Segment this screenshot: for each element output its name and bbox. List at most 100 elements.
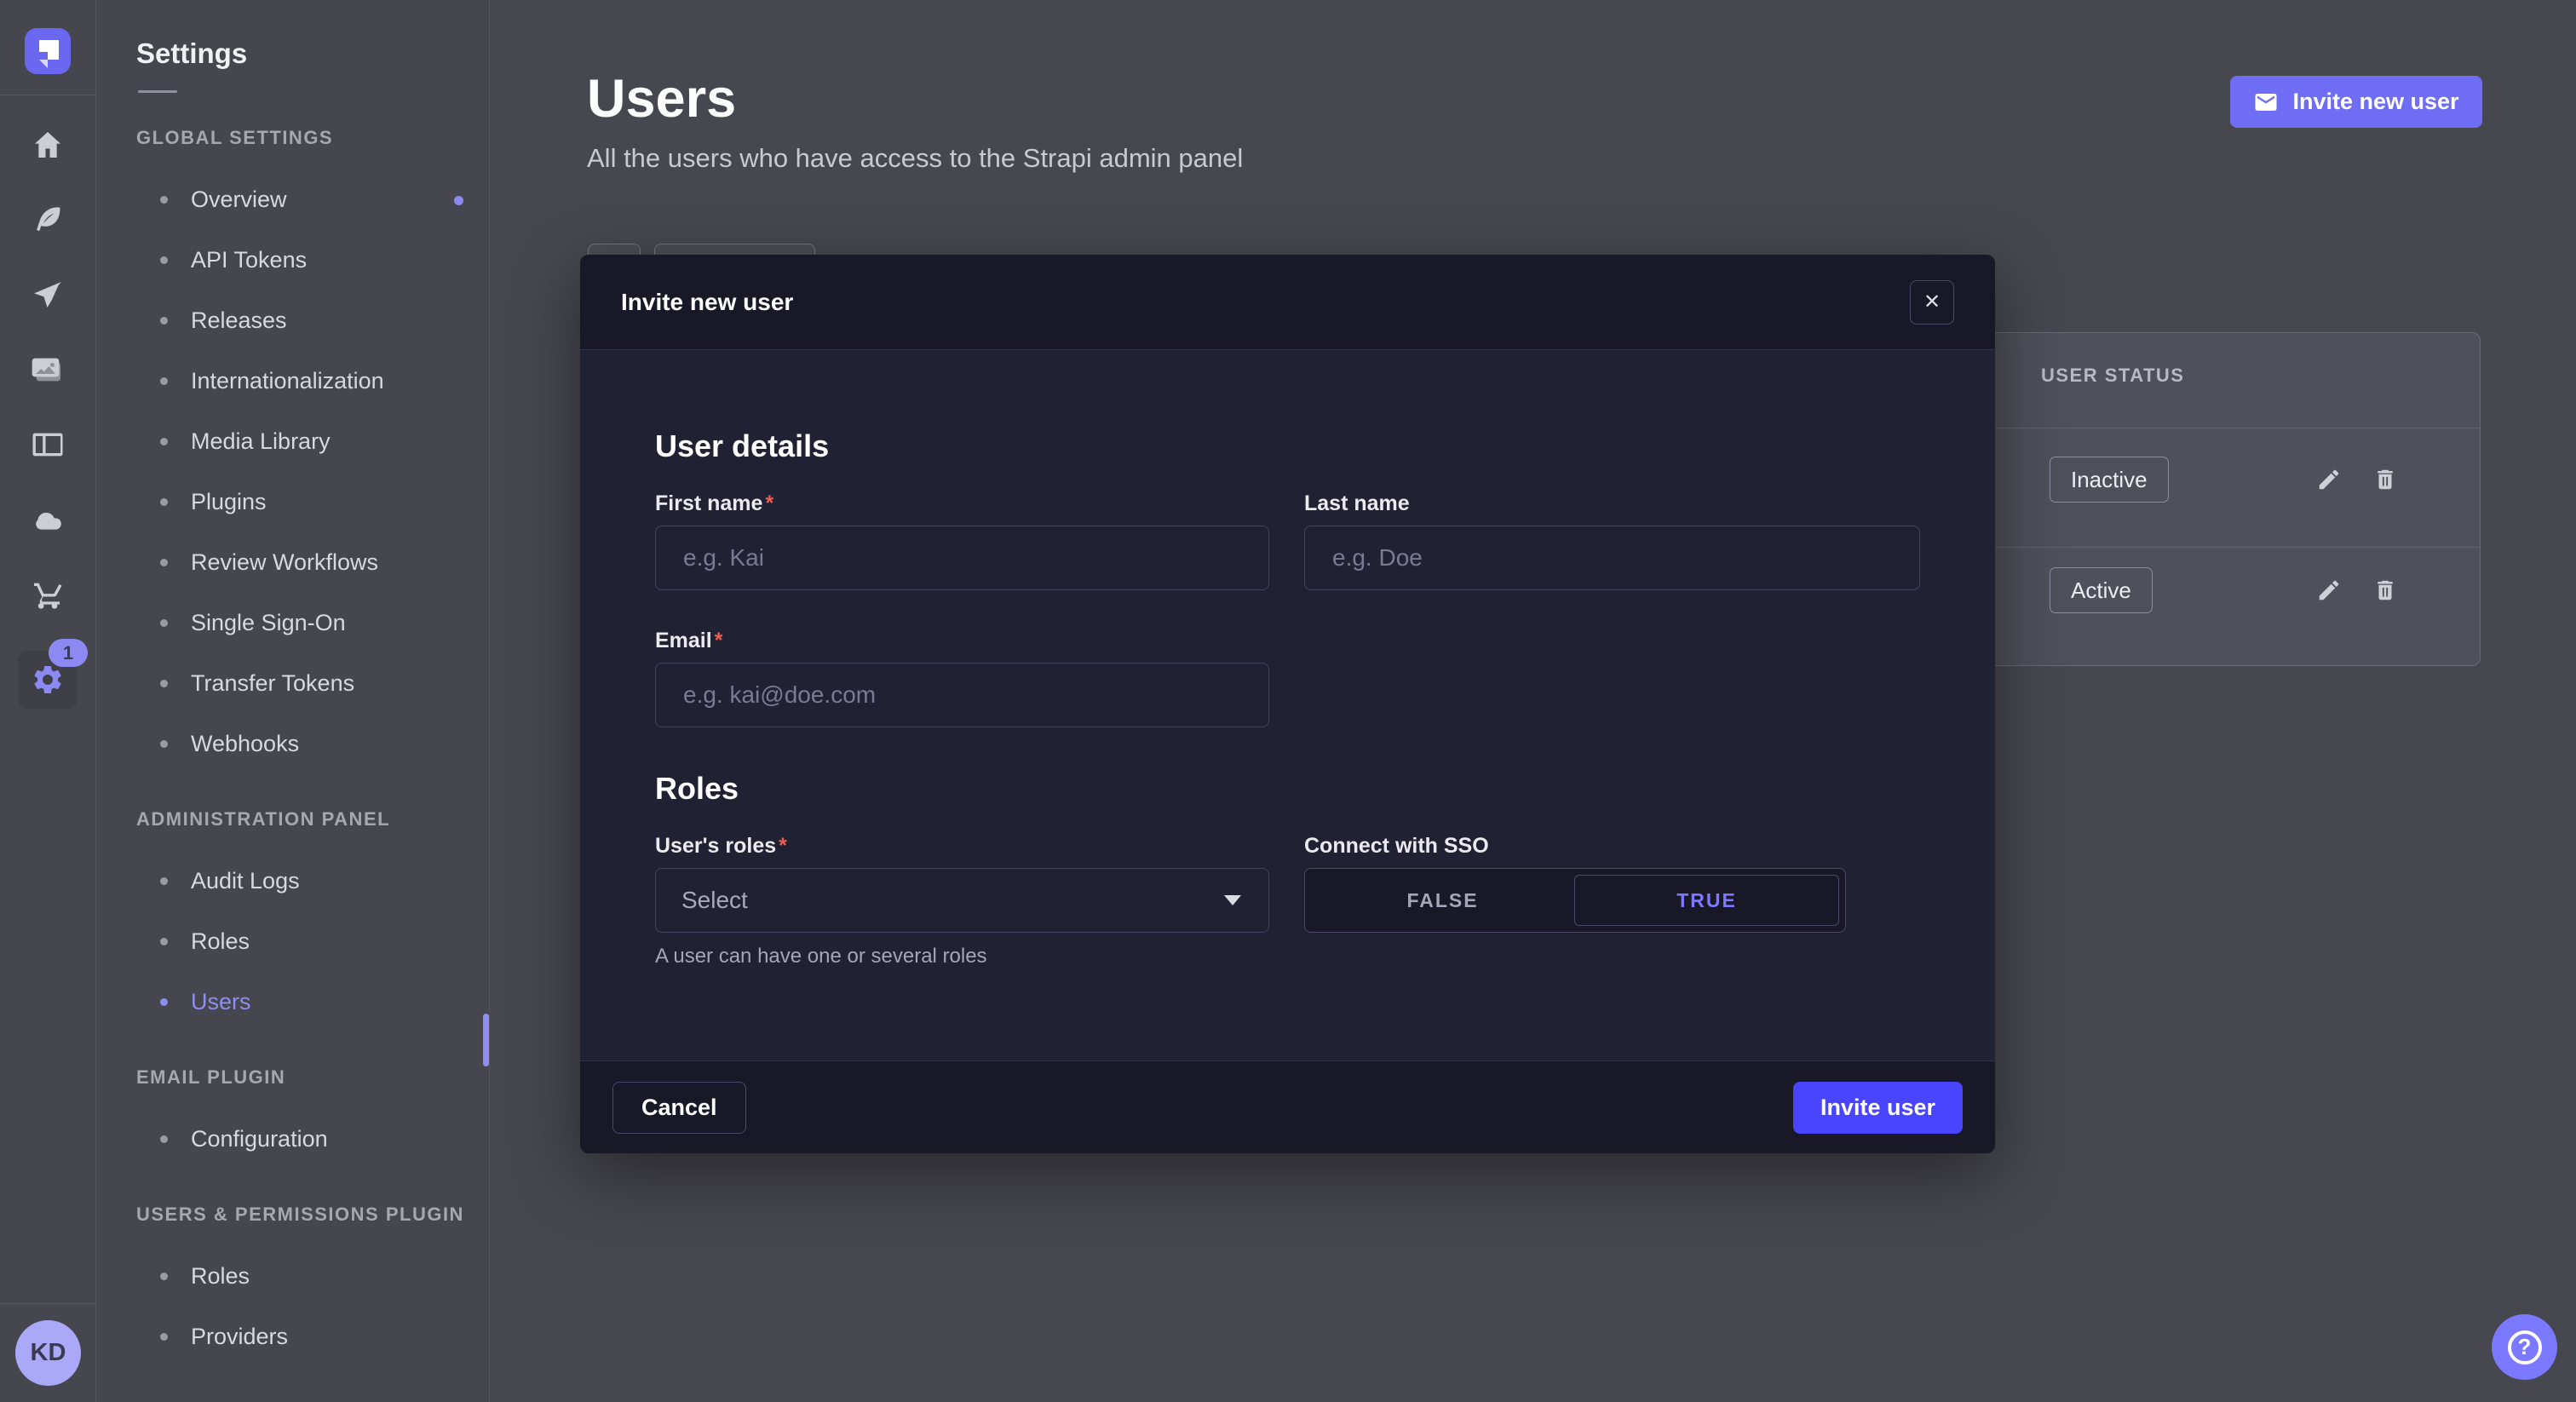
sidebar-item-users[interactable]: Users [96, 972, 489, 1032]
page-subtitle: All the users who have access to the Str… [587, 143, 1243, 174]
last-name-field[interactable] [1304, 526, 1920, 590]
last-name-label: Last name [1304, 491, 1920, 517]
bullet-icon [160, 938, 168, 945]
settings-sidenav: Settings GLOBAL SETTINGS Overview API To… [96, 0, 490, 1402]
bullet-icon [160, 438, 168, 445]
section-label: EMAIL PLUGIN [136, 1066, 489, 1089]
sidebar-item-webhooks[interactable]: Webhooks [96, 714, 489, 774]
paper-plane-icon[interactable] [29, 276, 66, 313]
feather-icon[interactable] [29, 201, 66, 238]
bullet-icon [160, 196, 168, 204]
required-asterisk: * [779, 834, 787, 858]
user-roles-label: User's roles* [655, 834, 1269, 859]
sidenav-title: Settings [136, 37, 489, 70]
bullet-icon [160, 740, 168, 748]
modal-header: Invite new user ✕ [580, 255, 1995, 350]
modal-body: User details First name* Last name [580, 350, 1995, 1060]
user-roles-select[interactable]: Select [655, 868, 1269, 933]
cart-icon[interactable] [29, 576, 66, 613]
sidebar-item-configuration[interactable]: Configuration [96, 1109, 489, 1169]
sidebar-item-plugins[interactable]: Plugins [96, 472, 489, 532]
overview-notification-dot [454, 196, 463, 205]
sidebar-item-audit-logs[interactable]: Audit Logs [96, 851, 489, 911]
invite-new-user-modal: Invite new user ✕ User details First nam… [580, 255, 1995, 1153]
bullet-icon [160, 1135, 168, 1143]
cancel-button[interactable]: Cancel [612, 1082, 746, 1134]
email-group: Email* [655, 629, 1269, 727]
roles-hint: A user can have one or several roles [655, 945, 1269, 968]
bullet-icon [160, 998, 168, 1006]
column-user-status: USER STATUS [2041, 365, 2184, 387]
bullet-icon [160, 377, 168, 385]
user-details-heading: User details [655, 428, 1920, 464]
bullet-icon [160, 256, 168, 264]
email-label: Email* [655, 629, 1269, 654]
invite-user-submit-button[interactable]: Invite user [1793, 1082, 1963, 1134]
sso-option-false[interactable]: FALSE [1311, 875, 1574, 926]
invite-new-user-button[interactable]: Invite new user [2230, 76, 2482, 128]
section-global-settings: GLOBAL SETTINGS Overview API Tokens Rele… [96, 127, 489, 774]
page-title: Users [587, 68, 736, 129]
required-asterisk: * [715, 629, 723, 652]
sidebar-item-media-library[interactable]: Media Library [96, 411, 489, 472]
last-name-group: Last name [1304, 491, 1920, 590]
rail-divider [0, 1303, 95, 1304]
bullet-icon [160, 559, 168, 566]
users-table-card [1959, 332, 2481, 666]
sidenav-title-divider [138, 90, 177, 93]
sidebar-item-up-roles[interactable]: Roles [96, 1246, 489, 1307]
avatar[interactable]: KD [15, 1320, 81, 1386]
edit-icon[interactable] [2310, 572, 2348, 609]
sso-label: Connect with SSO [1304, 834, 1920, 859]
rail-nav: 1 [0, 126, 95, 709]
bullet-icon [160, 619, 168, 627]
section-users-permissions-plugin: USERS & PERMISSIONS PLUGIN Roles Provide… [96, 1204, 489, 1367]
logo-area [0, 0, 96, 95]
sidebar-item-single-sign-on[interactable]: Single Sign-On [96, 593, 489, 653]
status-badge: Active [2050, 567, 2153, 613]
home-icon[interactable] [29, 126, 66, 164]
cloud-icon[interactable] [29, 501, 66, 538]
modal-footer: Cancel Invite user [580, 1060, 1995, 1153]
first-name-group: First name* [655, 491, 1269, 590]
status-badge: Inactive [2050, 457, 2169, 503]
sidebar-item-review-workflows[interactable]: Review Workflows [96, 532, 489, 593]
required-asterisk: * [765, 491, 773, 515]
section-label: ADMINISTRATION PANEL [136, 808, 489, 830]
icon-rail: 1 KD [0, 0, 96, 1402]
strapi-logo[interactable] [25, 28, 71, 74]
sidebar-item-releases[interactable]: Releases [96, 290, 489, 351]
delete-icon[interactable] [2366, 461, 2404, 498]
section-label: USERS & PERMISSIONS PLUGIN [136, 1204, 489, 1226]
settings-notification-badge: 1 [49, 639, 88, 667]
first-name-field[interactable] [655, 526, 1269, 590]
modal-title: Invite new user [621, 289, 793, 316]
email-field[interactable] [655, 663, 1269, 727]
sso-group: Connect with SSO FALSE TRUE [1304, 834, 1920, 968]
question-mark-icon: ? [2508, 1330, 2542, 1365]
gear-icon[interactable]: 1 [18, 651, 78, 709]
help-button[interactable]: ? [2492, 1314, 2557, 1380]
bullet-icon [160, 498, 168, 506]
sidebar-item-internationalization[interactable]: Internationalization [96, 351, 489, 411]
bullet-icon [160, 317, 168, 325]
table-divider [1959, 547, 2481, 548]
sidebar-item-overview[interactable]: Overview [96, 170, 489, 230]
media-icon[interactable] [29, 351, 66, 388]
sidenav-scrollbar[interactable] [483, 1014, 489, 1066]
layout-icon[interactable] [29, 426, 66, 463]
sidebar-item-transfer-tokens[interactable]: Transfer Tokens [96, 653, 489, 714]
strapi-admin-app: 1 KD Settings GLOBAL SETTINGS Overview A… [0, 0, 2576, 1402]
sidebar-item-admin-roles[interactable]: Roles [96, 911, 489, 972]
envelope-icon [2253, 89, 2279, 115]
user-roles-group: User's roles* Select A user can have one… [655, 834, 1269, 968]
sidebar-item-api-tokens[interactable]: API Tokens [96, 230, 489, 290]
sidebar-item-providers[interactable]: Providers [96, 1307, 489, 1367]
close-icon[interactable]: ✕ [1910, 280, 1954, 325]
section-email-plugin: EMAIL PLUGIN Configuration [96, 1066, 489, 1169]
sso-option-true[interactable]: TRUE [1574, 875, 1839, 926]
roles-heading: Roles [655, 771, 1920, 807]
edit-icon[interactable] [2310, 461, 2348, 498]
delete-icon[interactable] [2366, 572, 2404, 609]
bullet-icon [160, 1333, 168, 1341]
